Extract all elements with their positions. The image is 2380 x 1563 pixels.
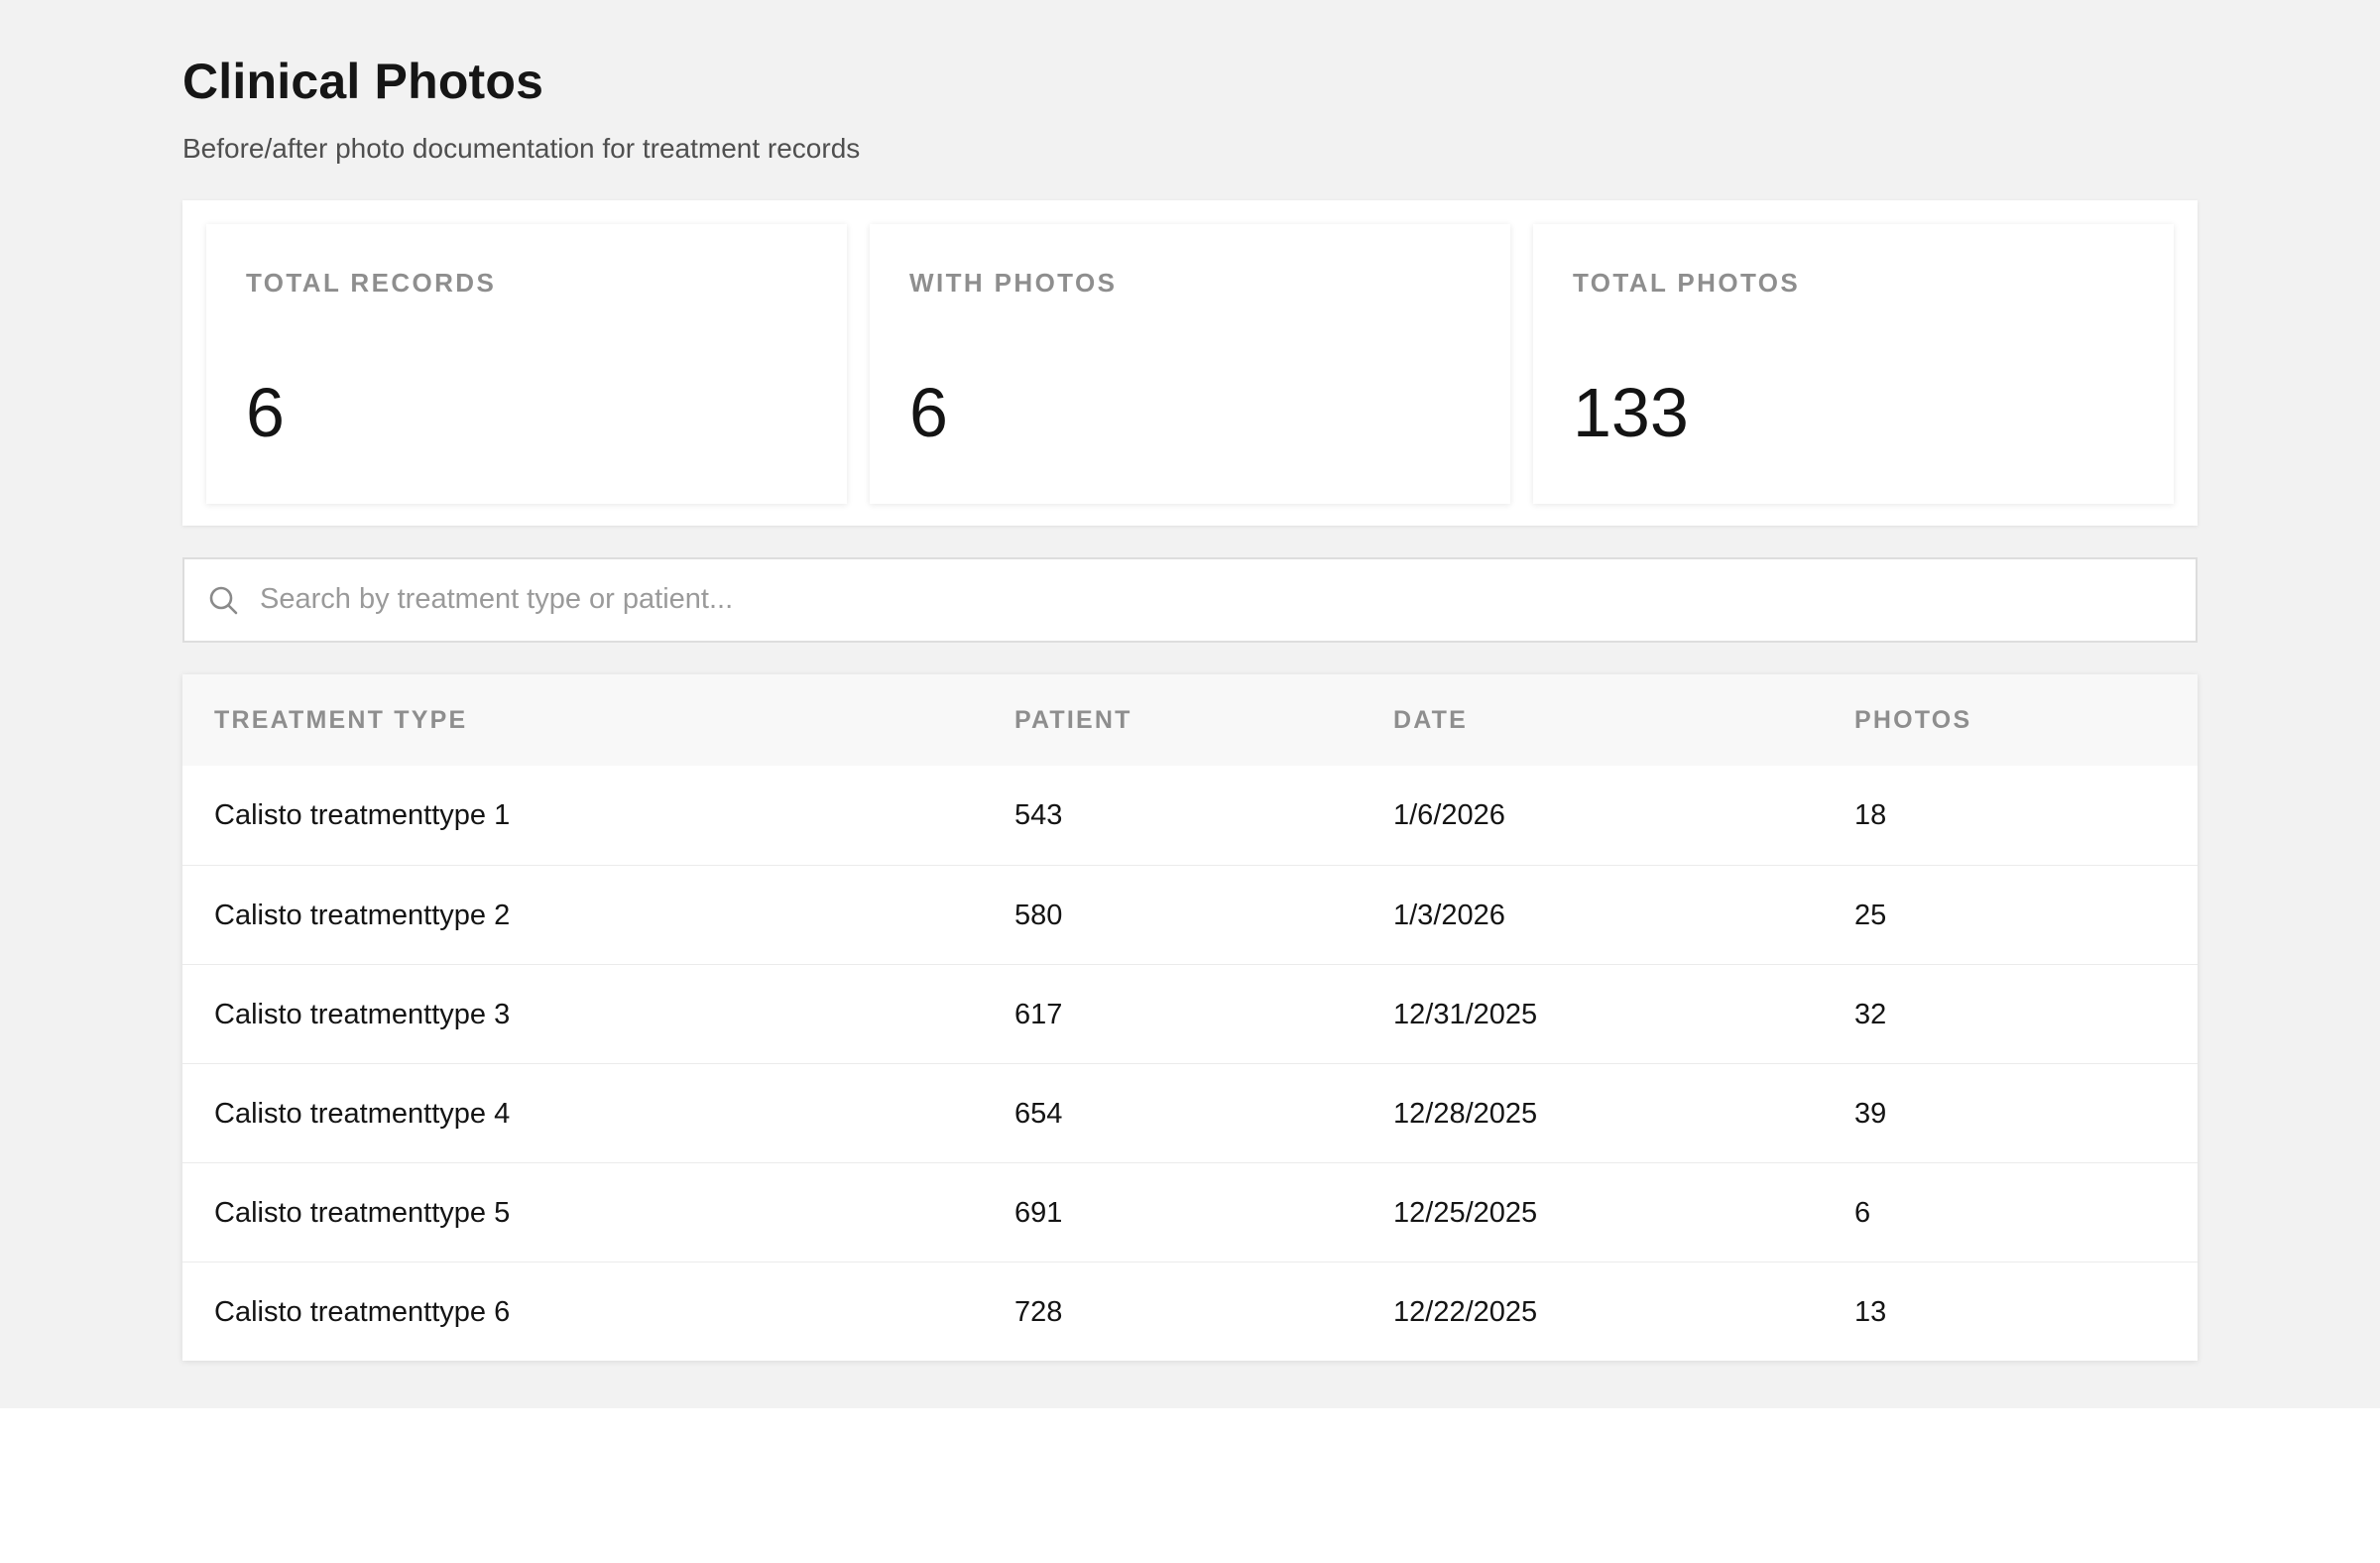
cell-treatment-type: Calisto treatmenttype 6	[214, 1296, 511, 1328]
cell-patient: 728	[1014, 1296, 1063, 1328]
stat-value: 6	[246, 374, 285, 451]
cell-photos: 18	[1854, 799, 1887, 831]
cell-treatment-type: Calisto treatmenttype 3	[214, 999, 511, 1030]
cell-patient: 617	[1014, 999, 1063, 1030]
stat-label: TOTAL PHOTOS	[1573, 268, 1801, 298]
cell-patient: 543	[1014, 799, 1063, 831]
cell-photos: 13	[1854, 1296, 1887, 1328]
table-header: TREATMENT TYPE PATIENT DATE PHOTOS	[182, 674, 2198, 766]
stat-card-total-photos: TOTAL PHOTOS 133	[1533, 224, 2174, 504]
table-row[interactable]: Calisto treatmenttype 4 654 12/28/2025 3…	[182, 1063, 2198, 1162]
table-row[interactable]: Calisto treatmenttype 6 728 12/22/2025 1…	[182, 1262, 2198, 1361]
column-header-treatment-type[interactable]: TREATMENT TYPE	[214, 706, 467, 735]
column-header-date[interactable]: DATE	[1393, 706, 1468, 735]
cell-patient: 691	[1014, 1197, 1063, 1229]
column-header-photos[interactable]: PHOTOS	[1854, 706, 1971, 735]
column-header-patient[interactable]: PATIENT	[1014, 706, 1132, 735]
page-title: Clinical Photos	[182, 54, 544, 109]
search-icon	[208, 585, 240, 617]
cell-photos: 6	[1854, 1197, 1871, 1229]
cell-date: 1/6/2026	[1393, 799, 1505, 831]
cell-treatment-type: Calisto treatmenttype 1	[214, 799, 511, 831]
cell-date: 12/31/2025	[1393, 999, 1538, 1030]
stats-panel: TOTAL RECORDS 6 WITH PHOTOS 6 TOTAL PHOT…	[182, 200, 2198, 526]
cell-photos: 39	[1854, 1098, 1887, 1130]
search-box[interactable]	[182, 557, 2198, 643]
table-row[interactable]: Calisto treatmenttype 5 691 12/25/2025 6	[182, 1162, 2198, 1262]
page-subtitle: Before/after photo documentation for tre…	[182, 133, 861, 164]
search-input[interactable]	[260, 571, 2164, 627]
cell-photos: 32	[1854, 999, 1887, 1030]
cell-photos: 25	[1854, 900, 1887, 931]
stat-value: 6	[909, 374, 948, 451]
stat-label: WITH PHOTOS	[909, 268, 1118, 298]
stat-value: 133	[1573, 374, 1689, 451]
cell-date: 12/25/2025	[1393, 1197, 1538, 1229]
cell-treatment-type: Calisto treatmenttype 2	[214, 900, 511, 931]
stat-card-with-photos: WITH PHOTOS 6	[870, 224, 1510, 504]
table-row[interactable]: Calisto treatmenttype 3 617 12/31/2025 3…	[182, 964, 2198, 1063]
cell-date: 12/22/2025	[1393, 1296, 1538, 1328]
cell-treatment-type: Calisto treatmenttype 4	[214, 1098, 511, 1130]
cell-treatment-type: Calisto treatmenttype 5	[214, 1197, 511, 1229]
table-row[interactable]: Calisto treatmenttype 2 580 1/3/2026 25	[182, 865, 2198, 964]
stat-label: TOTAL RECORDS	[246, 268, 497, 298]
cell-date: 12/28/2025	[1393, 1098, 1538, 1130]
page-footer-area	[0, 1408, 2380, 1563]
cell-date: 1/3/2026	[1393, 900, 1505, 931]
cell-patient: 580	[1014, 900, 1063, 931]
records-table: TREATMENT TYPE PATIENT DATE PHOTOS Calis…	[182, 674, 2198, 1361]
table-row[interactable]: Calisto treatmenttype 1 543 1/6/2026 18	[182, 766, 2198, 865]
stat-card-total-records: TOTAL RECORDS 6	[206, 224, 847, 504]
cell-patient: 654	[1014, 1098, 1063, 1130]
